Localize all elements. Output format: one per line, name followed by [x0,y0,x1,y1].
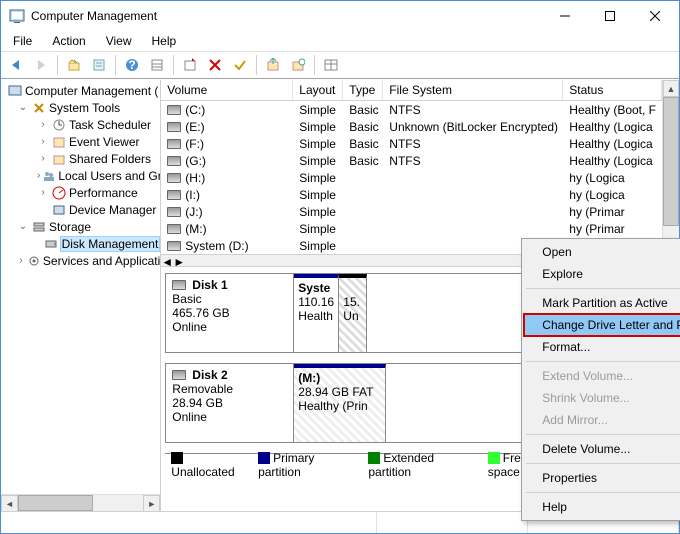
back-button[interactable] [5,54,27,76]
tree-task-scheduler[interactable]: ›Task Scheduler [3,116,160,133]
menu-help[interactable]: Help [144,32,185,50]
forward-button[interactable] [30,54,52,76]
volume-icon [167,156,181,166]
window-title: Computer Management [31,9,542,23]
col-layout[interactable]: Layout [293,80,343,100]
volume-icon [167,241,181,251]
app-icon [9,8,25,24]
col-type[interactable]: Type [343,80,383,100]
maximize-button[interactable] [587,2,632,30]
view-button[interactable] [146,54,168,76]
disk-icon [44,236,58,252]
menu-explore[interactable]: Explore [524,263,680,285]
menu-mirror: Add Mirror... [524,409,680,431]
disk-partition[interactable]: 15. Un [339,274,367,352]
volume-icon [167,122,181,132]
menu-delete[interactable]: Delete Volume... [524,438,680,460]
scroll-up-icon[interactable]: ▲ [663,80,679,97]
delete-button[interactable] [204,54,226,76]
tree-hscroll[interactable]: ◄ ► [1,494,160,511]
table-row[interactable]: (E:)SimpleBasicUnknown (BitLocker Encryp… [161,118,662,135]
tree-root[interactable]: Computer Management ( [3,82,160,99]
menu-help[interactable]: Help [524,496,680,518]
table-row[interactable]: (G:)SimpleBasicNTFSHealthy (Logica [161,152,662,169]
tree-performance[interactable]: ›Performance [3,184,160,201]
storage-icon [31,219,47,235]
context-menu: Open Explore Mark Partition as Active Ch… [521,238,680,521]
clock-icon [51,117,67,133]
volume-icon [167,190,181,200]
users-icon [42,168,56,184]
list-button[interactable] [320,54,342,76]
tree-system-tools[interactable]: ⌄System Tools [3,99,160,116]
tree-event-viewer[interactable]: ›Event Viewer [3,133,160,150]
scroll-left-icon[interactable]: ◄ [1,495,18,511]
action2-button[interactable] [287,54,309,76]
properties-button[interactable] [88,54,110,76]
perf-icon [51,185,67,201]
col-volume[interactable]: Volume [161,80,293,100]
up-button[interactable] [63,54,85,76]
menu-properties[interactable]: Properties [524,467,680,489]
disk-header-1[interactable]: Disk 1 Basic 465.76 GB Online [166,274,294,352]
disk-header-2[interactable]: Disk 2 Removable 28.94 GB Online [166,364,294,442]
table-row[interactable]: (H:)Simplehy (Logica [161,169,662,186]
volume-icon [167,139,181,149]
menu-shrink: Shrink Volume... [524,387,680,409]
menu-view[interactable]: View [98,32,140,50]
menubar: File Action View Help [1,31,679,51]
disk-icon [172,280,186,290]
tree-storage[interactable]: ⌄Storage [3,218,160,235]
column-headers[interactable]: Volume Layout Type File System Status [161,80,662,101]
scroll-right-icon[interactable]: ► [143,495,160,511]
close-button[interactable] [632,2,677,30]
svg-text:?: ? [128,58,135,72]
nav-tree[interactable]: Computer Management ( ⌄System Tools ›Tas… [1,80,161,511]
disk-icon [172,370,186,380]
volume-icon [167,224,181,234]
disk-partition[interactable]: (M:) 28.94 GB FAT Healthy (Prin [294,364,386,442]
volume-icon [167,207,181,217]
tools-icon [31,100,47,116]
services-icon [27,253,41,269]
table-row[interactable]: (F:)SimpleBasicNTFSHealthy (Logica [161,135,662,152]
table-row[interactable]: (I:)Simplehy (Logica [161,186,662,203]
titlebar: Computer Management [1,1,679,31]
menu-mark-active[interactable]: Mark Partition as Active [524,292,680,314]
volume-icon [167,105,181,115]
event-icon [51,134,67,150]
tree-services[interactable]: ›Services and Applicati [3,252,160,269]
menu-open[interactable]: Open [524,241,680,263]
disk-partition[interactable]: Syste 110.16 Health [294,274,339,352]
tree-local-users[interactable]: ›Local Users and Gr [3,167,160,184]
action1-button[interactable] [262,54,284,76]
tree-device-manager[interactable]: Device Manager [3,201,160,218]
table-row[interactable]: (J:)Simplehy (Primar [161,203,662,220]
tree-shared-folders[interactable]: ›Shared Folders [3,150,160,167]
minimize-button[interactable] [542,2,587,30]
menu-change-drive-letter[interactable]: Change Drive Letter and Paths... [524,314,680,336]
menu-action[interactable]: Action [44,32,93,50]
computer-icon [7,83,23,99]
col-fs[interactable]: File System [383,80,563,100]
help-button[interactable]: ? [121,54,143,76]
device-icon [51,202,67,218]
table-row[interactable]: (M:)Simplehy (Primar [161,220,662,237]
scroll-left-icon[interactable]: ◄ [161,255,173,266]
tree-disk-management[interactable]: Disk Management [3,235,160,252]
col-status[interactable]: Status [563,80,662,100]
menu-format[interactable]: Format... [524,336,680,358]
volume-icon [167,173,181,183]
refresh-button[interactable] [179,54,201,76]
table-row[interactable]: (C:)SimpleBasicNTFSHealthy (Boot, F [161,101,662,118]
toolbar: ? [1,51,679,79]
menu-file[interactable]: File [5,32,40,50]
apply-button[interactable] [229,54,251,76]
menu-extend: Extend Volume... [524,365,680,387]
folder-icon [51,151,67,167]
scroll-right-icon[interactable]: ► [173,255,185,266]
